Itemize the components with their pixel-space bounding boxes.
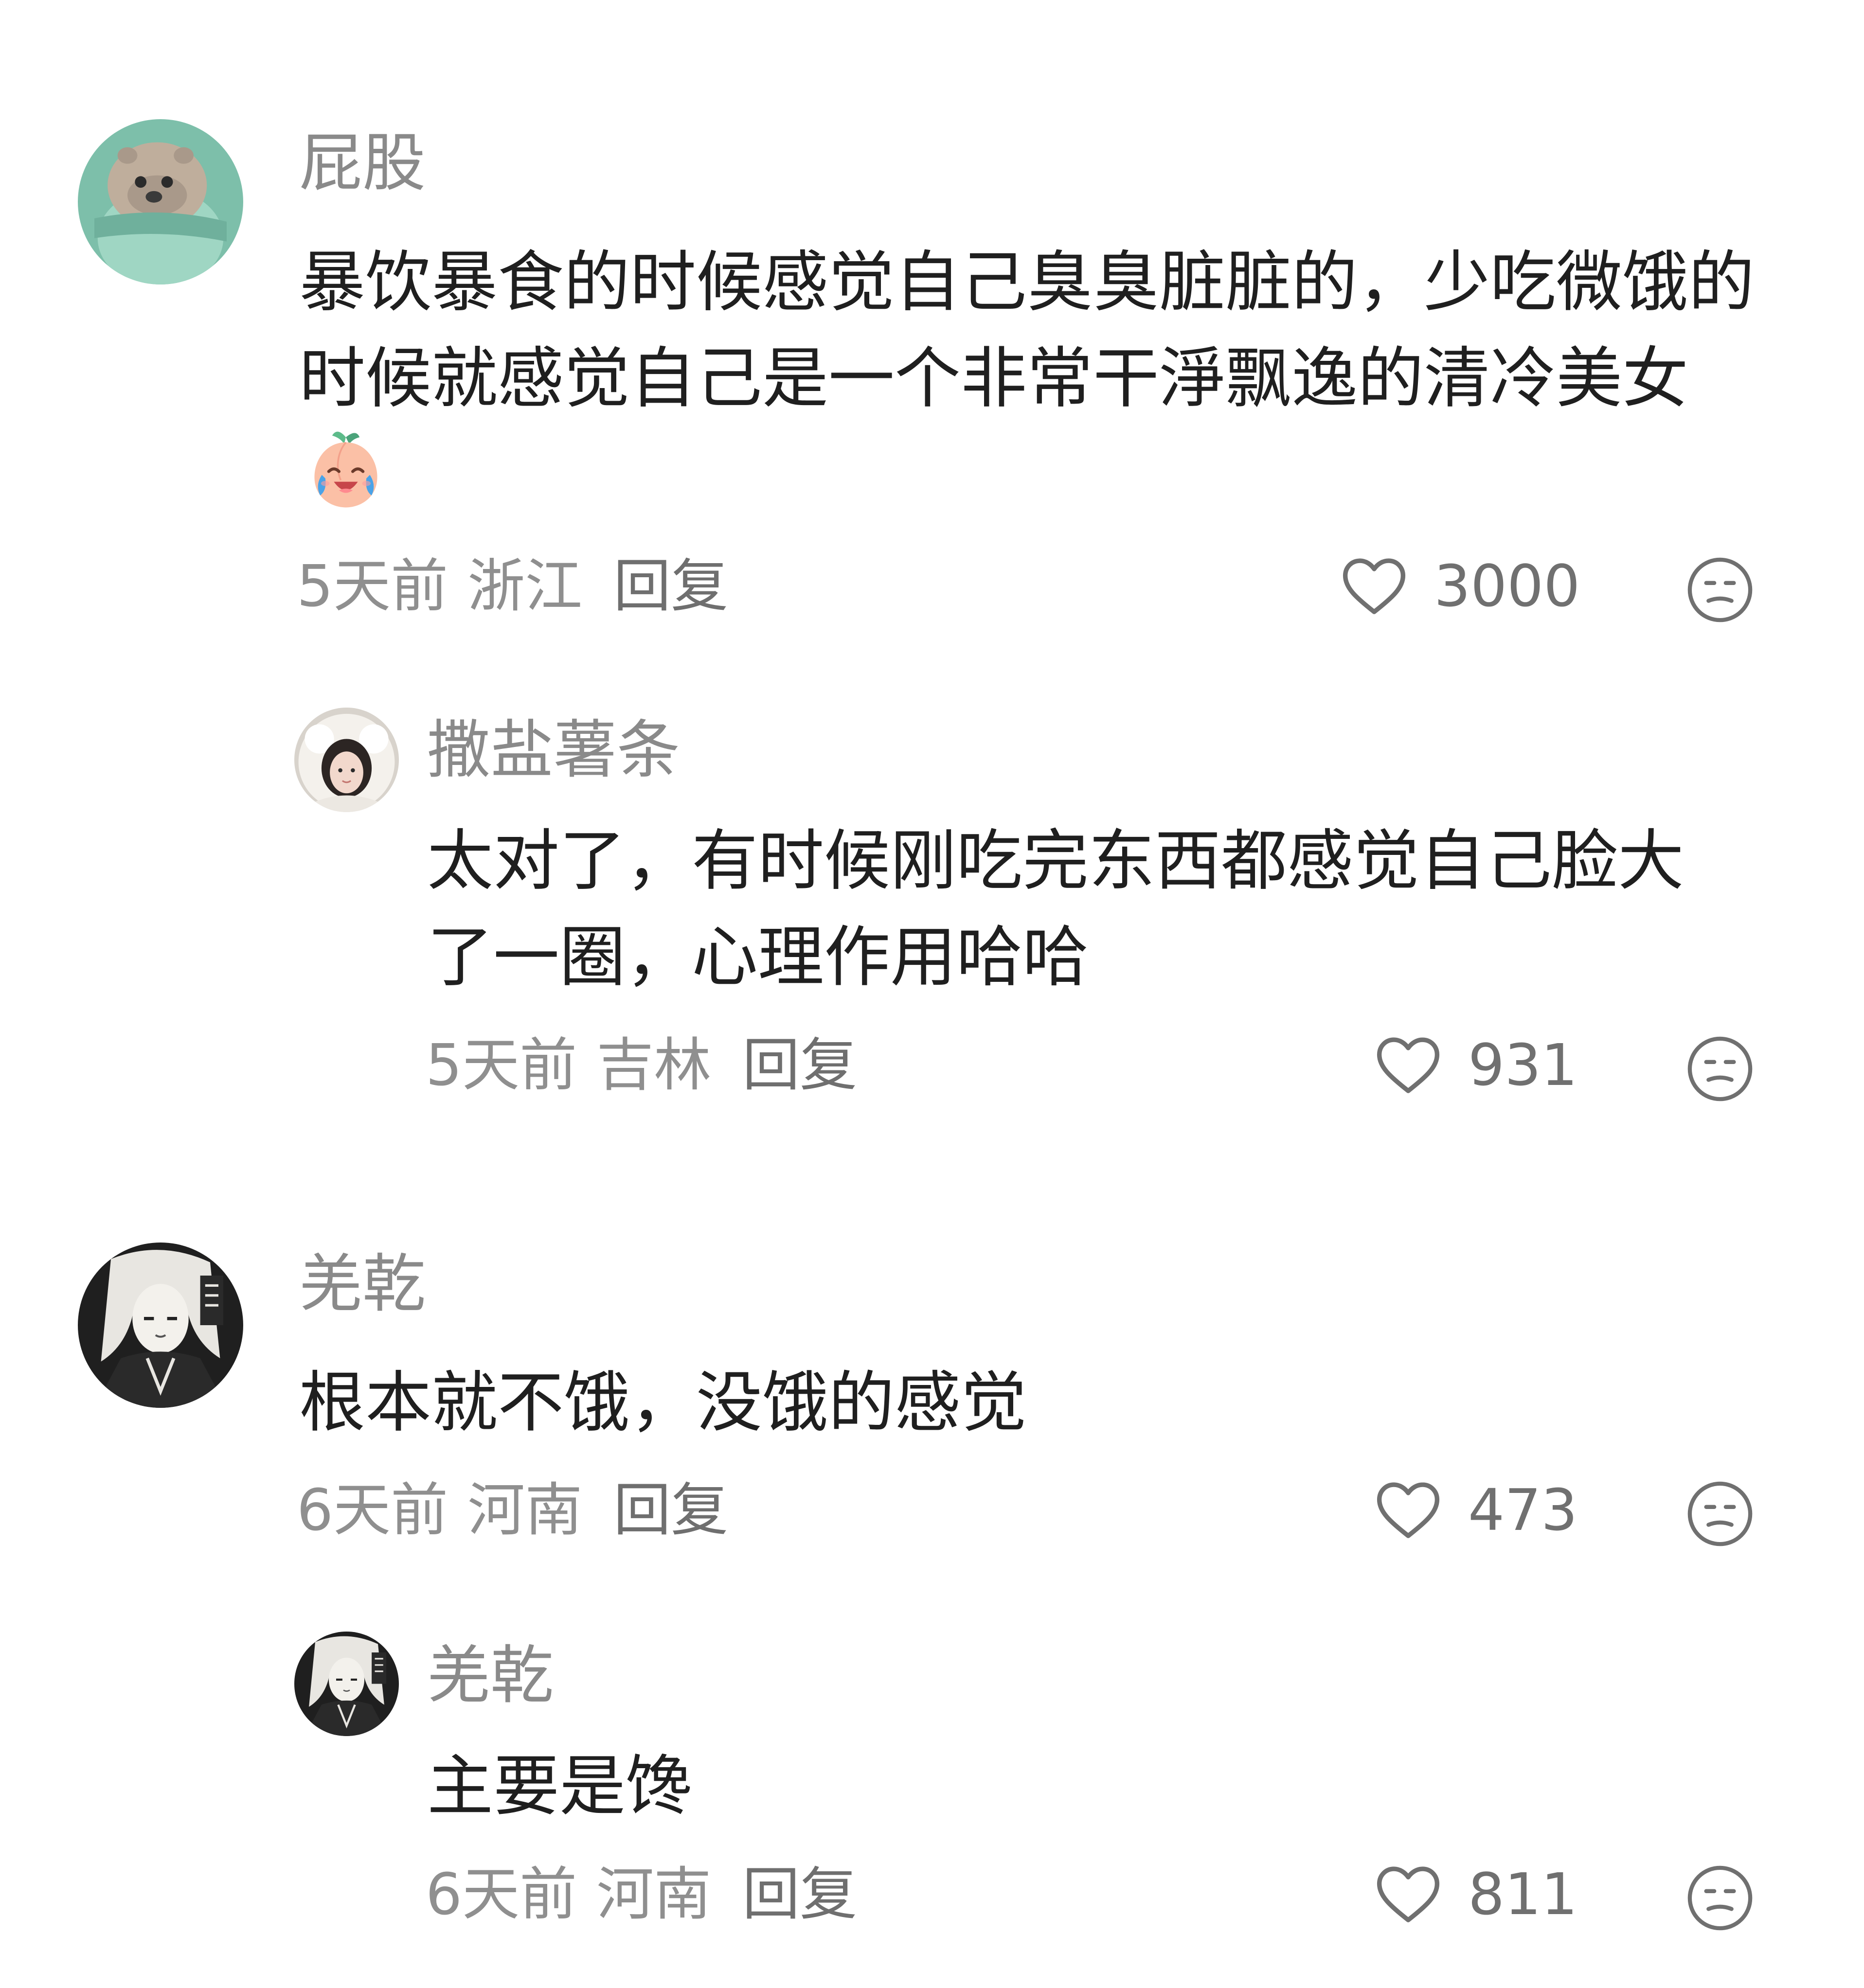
reply-button[interactable]: 回复 xyxy=(742,1861,857,1928)
comment-meta: 6天前 河南 回复 xyxy=(297,1473,748,1546)
reply-username[interactable]: 撒盐薯条 xyxy=(427,711,680,789)
anime-girl-avatar-icon xyxy=(294,1632,399,1736)
reply-meta: 6天前 河南 回复 xyxy=(426,1858,877,1931)
like-count: 3000 xyxy=(1434,552,1580,620)
comment-username[interactable]: 羌乾 xyxy=(299,1245,426,1323)
heart-outline-icon xyxy=(1377,1866,1440,1922)
like-count: 931 xyxy=(1468,1031,1578,1099)
reply-time: 5天前 xyxy=(426,1031,577,1099)
like-button[interactable]: 931 xyxy=(1372,1029,1577,1101)
reply-time: 6天前 xyxy=(426,1861,577,1928)
like-count: 811 xyxy=(1468,1861,1578,1928)
anime-girl-avatar-icon xyxy=(78,1242,243,1408)
comment-location: 河南 xyxy=(467,1476,583,1544)
comment-text: 暴饮暴食的时候感觉自己臭臭脏脏的，少吃微饿的时候就感觉自己是一个非常干淨飘逸的清… xyxy=(299,234,1768,526)
reply-location: 吉林 xyxy=(596,1031,712,1099)
meh-face-icon[interactable] xyxy=(1685,1034,1755,1103)
crying-laughing-peach-emoji-icon xyxy=(303,427,389,513)
heart-outline-icon xyxy=(1377,1037,1440,1093)
comment-time: 6天前 xyxy=(297,1476,448,1544)
reply-button[interactable]: 回复 xyxy=(613,552,728,620)
like-count: 473 xyxy=(1468,1476,1578,1544)
like-button[interactable]: 473 xyxy=(1372,1473,1577,1546)
reply-text: 太对了，有时候刚吃完东西都感觉自己脸大了一圈，心理作用哈哈 xyxy=(427,823,1684,996)
otter-avatar-icon xyxy=(78,119,243,284)
like-button[interactable]: 811 xyxy=(1372,1858,1577,1931)
heart-outline-icon xyxy=(1343,558,1406,614)
heart-outline-icon xyxy=(1377,1482,1440,1538)
like-button[interactable]: 3000 xyxy=(1338,550,1580,622)
girl-hood-avatar-icon xyxy=(294,708,399,812)
avatar[interactable] xyxy=(78,1242,243,1408)
reply-location: 河南 xyxy=(596,1861,712,1928)
comment-text: 根本就不饿，没饿的感觉 xyxy=(299,1365,1027,1441)
comment-text-content: 暴饮暴食的时候感觉自己臭臭脏脏的，少吃微饿的时候就感觉自己是一个非常干淨飘逸的清… xyxy=(299,244,1755,417)
avatar[interactable] xyxy=(78,119,243,284)
reply-button[interactable]: 回复 xyxy=(742,1031,857,1099)
avatar[interactable] xyxy=(294,708,399,812)
avatar[interactable] xyxy=(294,1632,399,1736)
reply-username[interactable]: 羌乾 xyxy=(427,1636,554,1714)
meh-face-icon[interactable] xyxy=(1685,1864,1755,1933)
reply-button[interactable]: 回复 xyxy=(613,1476,728,1544)
comment-time: 5天前 xyxy=(297,552,448,620)
meh-face-icon[interactable] xyxy=(1685,555,1755,624)
comment-location: 浙江 xyxy=(467,552,583,620)
comment-username[interactable]: 屁股 xyxy=(299,124,426,202)
comment-meta: 5天前 浙江 回复 xyxy=(297,550,748,622)
reply-meta: 5天前 吉林 回复 xyxy=(426,1029,877,1101)
meh-face-icon[interactable] xyxy=(1685,1479,1755,1548)
reply-text: 主要是馋 xyxy=(427,1748,692,1825)
